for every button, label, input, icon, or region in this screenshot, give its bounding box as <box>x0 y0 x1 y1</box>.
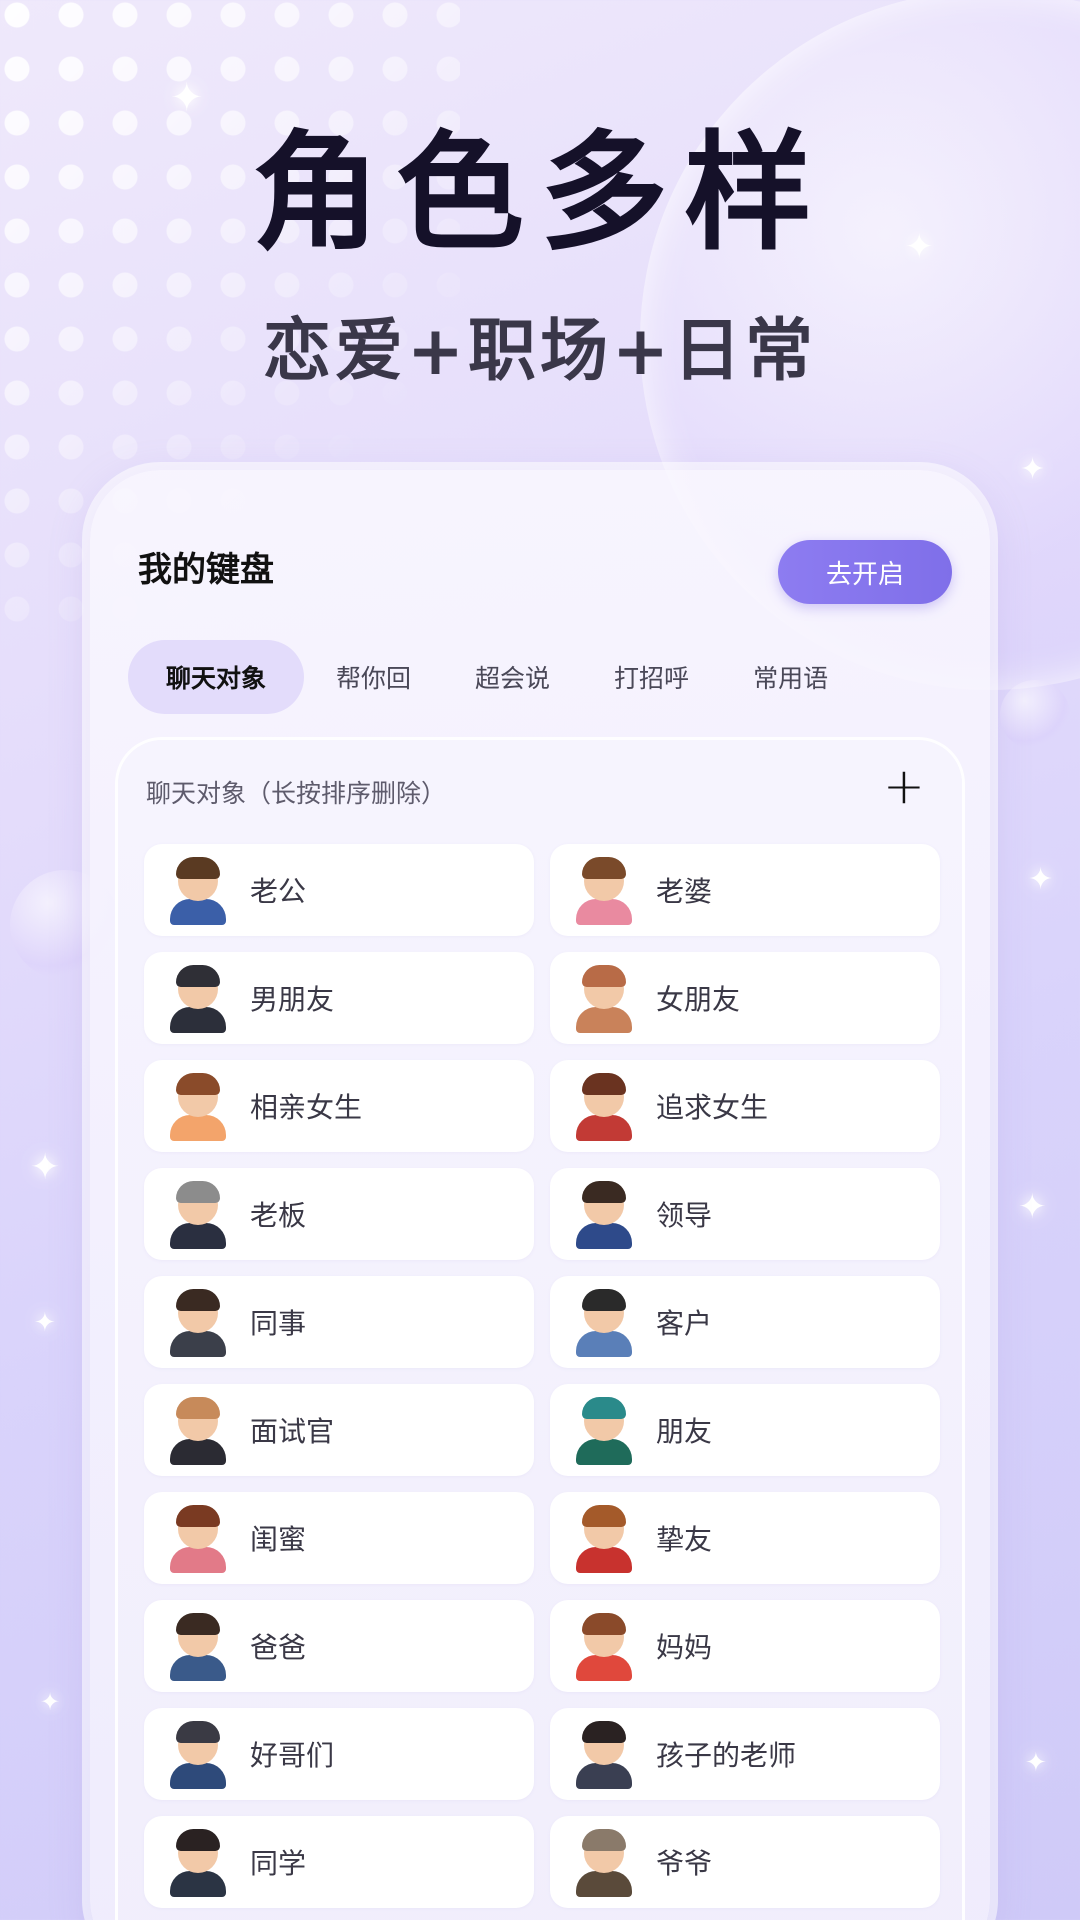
contact-card[interactable]: 朋友 <box>550 1384 940 1476</box>
avatar <box>166 1071 230 1141</box>
contact-grid: 老公 老婆男朋友 女朋友相亲女生 追求女生老板 领导同事 客户面试官 朋友闺蜜 挚友爸爸 妈妈好… <box>144 844 940 1908</box>
contact-card[interactable]: 同学 <box>144 1816 534 1908</box>
avatar <box>166 1611 230 1681</box>
panel-title: 聊天对象（长按排序删除） <box>146 779 447 808</box>
avatar <box>572 1503 636 1573</box>
contact-label: 客户 <box>656 1307 713 1340</box>
contact-card[interactable]: 面试官 <box>144 1384 534 1476</box>
contact-label: 追求女生 <box>656 1091 769 1124</box>
tab-help-reply[interactable]: 帮你回 <box>304 640 443 714</box>
avatar <box>166 1827 230 1897</box>
tab-greeting[interactable]: 打招呼 <box>582 640 721 714</box>
avatar <box>166 1179 230 1249</box>
contact-card[interactable]: 女朋友 <box>550 952 940 1044</box>
avatar <box>166 1503 230 1573</box>
contact-card[interactable]: 爸爸 <box>144 1600 534 1692</box>
plus-icon[interactable]: + <box>882 761 926 811</box>
avatar <box>572 1395 636 1465</box>
contact-label: 妈妈 <box>656 1631 713 1664</box>
contact-card[interactable]: 老婆 <box>550 844 940 936</box>
contact-label: 挚友 <box>656 1523 713 1556</box>
contact-card[interactable]: 领导 <box>550 1168 940 1260</box>
contact-label: 相亲女生 <box>250 1091 363 1124</box>
avatar <box>572 1071 636 1141</box>
contact-label: 面试官 <box>250 1415 335 1448</box>
contact-label: 孩子的老师 <box>656 1739 797 1772</box>
contact-card[interactable]: 男朋友 <box>144 952 534 1044</box>
avatar <box>166 1287 230 1357</box>
contact-card[interactable]: 好哥们 <box>144 1708 534 1800</box>
avatar <box>166 855 230 925</box>
contact-label: 领导 <box>656 1199 713 1232</box>
hero-subtitle: 恋爱+职场+日常 <box>263 312 817 391</box>
contact-label: 爷爷 <box>656 1847 713 1880</box>
sparkle-icon: ✦ <box>34 1308 56 1338</box>
sparkle-icon: ✦ <box>30 1147 61 1188</box>
phone-mockup: 我的键盘 去开启 聊天对象 帮你回 超会说 打招呼 常用语 聊天对象（长按排序删… <box>90 470 990 1920</box>
contact-card[interactable]: 挚友 <box>550 1492 940 1584</box>
sparkle-icon: ✦ <box>1028 862 1054 897</box>
contact-label: 爸爸 <box>250 1631 307 1664</box>
contact-label: 同学 <box>250 1847 307 1880</box>
contact-card[interactable]: 闺蜜 <box>144 1492 534 1584</box>
contact-card[interactable]: 追求女生 <box>550 1060 940 1152</box>
avatar <box>572 1611 636 1681</box>
keyboard-title: 我的键盘 <box>138 550 274 590</box>
sparkle-icon: ✦ <box>40 1688 61 1716</box>
contact-card[interactable]: 爷爷 <box>550 1816 940 1908</box>
enable-keyboard-button[interactable]: 去开启 <box>778 540 952 604</box>
tab-smooth-talk[interactable]: 超会说 <box>443 640 582 714</box>
bubble-decoration <box>1000 680 1070 750</box>
contact-card[interactable]: 老公 <box>144 844 534 936</box>
avatar <box>572 855 636 925</box>
contact-card[interactable]: 相亲女生 <box>144 1060 534 1152</box>
avatar <box>572 963 636 1033</box>
contact-card[interactable]: 客户 <box>550 1276 940 1368</box>
sparkle-icon: ✦ <box>1025 1748 1047 1778</box>
contact-label: 老板 <box>250 1199 307 1232</box>
sparkle-icon: ✦ <box>1018 1187 1047 1227</box>
avatar <box>572 1719 636 1789</box>
avatar <box>572 1287 636 1357</box>
avatar <box>166 1395 230 1465</box>
tab-common-phrases[interactable]: 常用语 <box>721 640 860 714</box>
tab-bar: 聊天对象 帮你回 超会说 打招呼 常用语 <box>128 640 860 714</box>
contact-label: 男朋友 <box>250 983 335 1016</box>
sparkle-icon: ✦ <box>1020 452 1046 487</box>
contact-label: 闺蜜 <box>250 1523 307 1556</box>
tab-chat-target[interactable]: 聊天对象 <box>128 640 305 714</box>
contact-label: 朋友 <box>656 1415 713 1448</box>
avatar <box>166 1719 230 1789</box>
avatar <box>572 1179 636 1249</box>
contacts-panel: 聊天对象（长按排序删除） + 老公 老婆男朋友 女朋友相亲女生 追求女生老板 领导同事 客… <box>118 740 962 1920</box>
contact-card[interactable]: 老板 <box>144 1168 534 1260</box>
avatar <box>572 1827 636 1897</box>
avatar <box>166 963 230 1033</box>
contact-card[interactable]: 同事 <box>144 1276 534 1368</box>
contact-card[interactable]: 妈妈 <box>550 1600 940 1692</box>
contact-label: 女朋友 <box>656 983 741 1016</box>
contact-label: 老公 <box>250 875 307 908</box>
contact-label: 老婆 <box>656 875 713 908</box>
contact-card[interactable]: 孩子的老师 <box>550 1708 940 1800</box>
contact-label: 同事 <box>250 1307 307 1340</box>
contact-label: 好哥们 <box>250 1739 335 1772</box>
hero-title: 角色多样 <box>251 119 828 268</box>
sparkle-icon: ✦ <box>170 75 204 121</box>
